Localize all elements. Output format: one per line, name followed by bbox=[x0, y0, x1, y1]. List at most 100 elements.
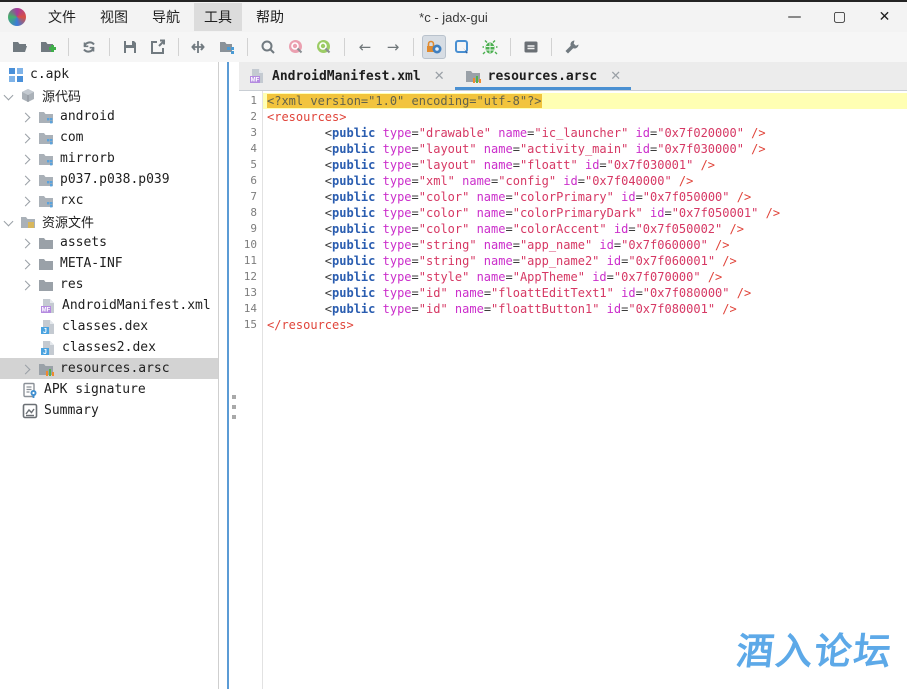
tree-item-mirrorb[interactable]: mirrorb bbox=[0, 148, 218, 169]
chevron-right-icon[interactable] bbox=[22, 197, 30, 205]
code-line[interactable]: <resources> bbox=[263, 109, 907, 125]
code-line[interactable]: <?xml version="1.0" encoding="utf-8"?> bbox=[263, 93, 907, 109]
chevron-right-icon[interactable] bbox=[22, 365, 30, 373]
code-line[interactable]: <public type="color" name="colorAccent" … bbox=[263, 221, 907, 237]
maximize-button[interactable]: ▢ bbox=[817, 2, 862, 32]
class-search-button[interactable] bbox=[312, 35, 336, 59]
code-line[interactable]: <public type="id" name="floattButton1" i… bbox=[263, 301, 907, 317]
log-viewer-button[interactable] bbox=[519, 35, 543, 59]
code-line[interactable]: <public type="string" name="app_name" id… bbox=[263, 237, 907, 253]
menu-item[interactable]: 视图 bbox=[90, 3, 138, 31]
chevron-right-icon[interactable] bbox=[22, 176, 30, 184]
sync-with-editor-button[interactable] bbox=[215, 35, 239, 59]
code-segment-tag: /> bbox=[744, 126, 766, 140]
jadx-logo-icon bbox=[8, 8, 26, 26]
code-line[interactable]: <public type="drawable" name="ic_launche… bbox=[263, 125, 907, 141]
code-content[interactable]: <?xml version="1.0" encoding="utf-8"?><r… bbox=[263, 91, 907, 689]
tree-item-res[interactable]: res bbox=[0, 274, 218, 295]
menu-item[interactable]: 导航 bbox=[142, 3, 190, 31]
menu-item[interactable]: 工具 bbox=[194, 3, 242, 31]
tree-item-androidmanifest.xml[interactable]: MFAndroidManifest.xml bbox=[0, 295, 218, 316]
tree-item-meta-inf[interactable]: META-INF bbox=[0, 253, 218, 274]
tree-editor-splitter[interactable] bbox=[219, 62, 239, 689]
code-segment-pln bbox=[643, 206, 650, 220]
tree-item-resources.arsc[interactable]: resources.arsc bbox=[0, 358, 218, 379]
close-button[interactable]: ✕ bbox=[862, 2, 907, 32]
tree-item-summary[interactable]: Summary bbox=[0, 400, 218, 421]
code-segment-kw: public bbox=[332, 206, 375, 220]
code-segment-pln: < bbox=[267, 222, 332, 236]
tab-close-icon[interactable]: ✕ bbox=[610, 69, 621, 84]
code-segment-attr: id bbox=[614, 222, 628, 236]
code-line[interactable]: <public type="string" name="app_name2" i… bbox=[263, 253, 907, 269]
flatten-packages-button[interactable] bbox=[187, 35, 211, 59]
code-segment-pln: < bbox=[267, 270, 332, 284]
debugger-button[interactable] bbox=[478, 35, 502, 59]
line-number: 15 bbox=[239, 317, 262, 333]
tab-resources.arsc[interactable]: resources.arsc✕ bbox=[455, 62, 631, 90]
folder-res-icon bbox=[20, 214, 36, 230]
chevron-right-icon[interactable] bbox=[22, 260, 30, 268]
code-line[interactable]: </resources> bbox=[263, 317, 907, 333]
code-segment-pln bbox=[469, 190, 476, 204]
text-search-button[interactable] bbox=[284, 35, 308, 59]
chevron-right-icon[interactable] bbox=[22, 113, 30, 121]
nav-back-button[interactable]: ← bbox=[353, 35, 377, 59]
menu-item[interactable]: 帮助 bbox=[246, 3, 294, 31]
code-segment-pln bbox=[469, 206, 476, 220]
code-segment-attr: type bbox=[383, 302, 412, 316]
chevron-right-icon[interactable] bbox=[22, 239, 30, 247]
tree-item-classes2.dex[interactable]: Jclasses2.dex bbox=[0, 337, 218, 358]
tree-item--[interactable]: 源代码 bbox=[0, 85, 218, 106]
splitter-grip-icon[interactable] bbox=[232, 395, 236, 425]
reload-button[interactable] bbox=[77, 35, 101, 59]
tree-item-c.apk[interactable]: c.apk bbox=[0, 64, 218, 85]
code-segment-val: "layout" bbox=[419, 158, 477, 172]
tree-item-apk-signature[interactable]: APK signature bbox=[0, 379, 218, 400]
tree-item-com[interactable]: com bbox=[0, 127, 218, 148]
deobfuscation-button[interactable] bbox=[422, 35, 446, 59]
code-segment-kw: public bbox=[332, 190, 375, 204]
tab-androidmanifest.xml[interactable]: MFAndroidManifest.xml✕ bbox=[239, 62, 455, 90]
code-segment-pln: = bbox=[412, 286, 419, 300]
quark-report-button[interactable] bbox=[450, 35, 474, 59]
code-segment-pln bbox=[375, 190, 382, 204]
code-segment-pln bbox=[375, 222, 382, 236]
apk-icon bbox=[8, 67, 24, 83]
code-line[interactable]: <public type="layout" name="activity_mai… bbox=[263, 141, 907, 157]
minimize-button[interactable]: — bbox=[772, 2, 817, 32]
code-segment-attr: type bbox=[383, 254, 412, 268]
folder-chart-icon bbox=[38, 361, 54, 377]
tree-item-rxc[interactable]: rxc bbox=[0, 190, 218, 211]
menu-item[interactable]: 文件 bbox=[38, 3, 86, 31]
code-line[interactable]: <public type="id" name="floattEditText1"… bbox=[263, 285, 907, 301]
chevron-right-icon[interactable] bbox=[22, 134, 30, 142]
tree-item-android[interactable]: android bbox=[0, 106, 218, 127]
preferences-button[interactable] bbox=[560, 35, 584, 59]
tree-item--[interactable]: 资源文件 bbox=[0, 211, 218, 232]
chevron-right-icon[interactable] bbox=[22, 281, 30, 289]
search-button[interactable] bbox=[256, 35, 280, 59]
chevron-down-icon[interactable] bbox=[4, 92, 12, 100]
code-segment-attr: type bbox=[383, 206, 412, 220]
code-line[interactable]: <public type="xml" name="config" id="0x7… bbox=[263, 173, 907, 189]
chevron-right-icon[interactable] bbox=[22, 155, 30, 163]
line-number: 1 bbox=[239, 93, 262, 109]
code-line[interactable]: <public type="layout" name="floatt" id="… bbox=[263, 157, 907, 173]
code-line[interactable]: <public type="color" name="colorPrimaryD… bbox=[263, 205, 907, 221]
add-files-button[interactable] bbox=[36, 35, 60, 59]
export-button[interactable] bbox=[146, 35, 170, 59]
tree-item-assets[interactable]: assets bbox=[0, 232, 218, 253]
chevron-down-icon[interactable] bbox=[4, 218, 12, 226]
nav-forward-button[interactable]: → bbox=[381, 35, 405, 59]
code-line[interactable]: <public type="color" name="colorPrimary"… bbox=[263, 189, 907, 205]
tree-item-p037.p038.p039[interactable]: p037.p038.p039 bbox=[0, 169, 218, 190]
save-all-button[interactable] bbox=[118, 35, 142, 59]
tab-close-icon[interactable]: ✕ bbox=[434, 69, 445, 84]
open-files-button[interactable] bbox=[8, 35, 32, 59]
tree-item-classes.dex[interactable]: Jclasses.dex bbox=[0, 316, 218, 337]
code-line[interactable]: <public type="style" name="AppTheme" id=… bbox=[263, 269, 907, 285]
add-files-icon bbox=[40, 39, 56, 55]
code-segment-pln bbox=[477, 238, 484, 252]
code-segment-pln bbox=[375, 174, 382, 188]
